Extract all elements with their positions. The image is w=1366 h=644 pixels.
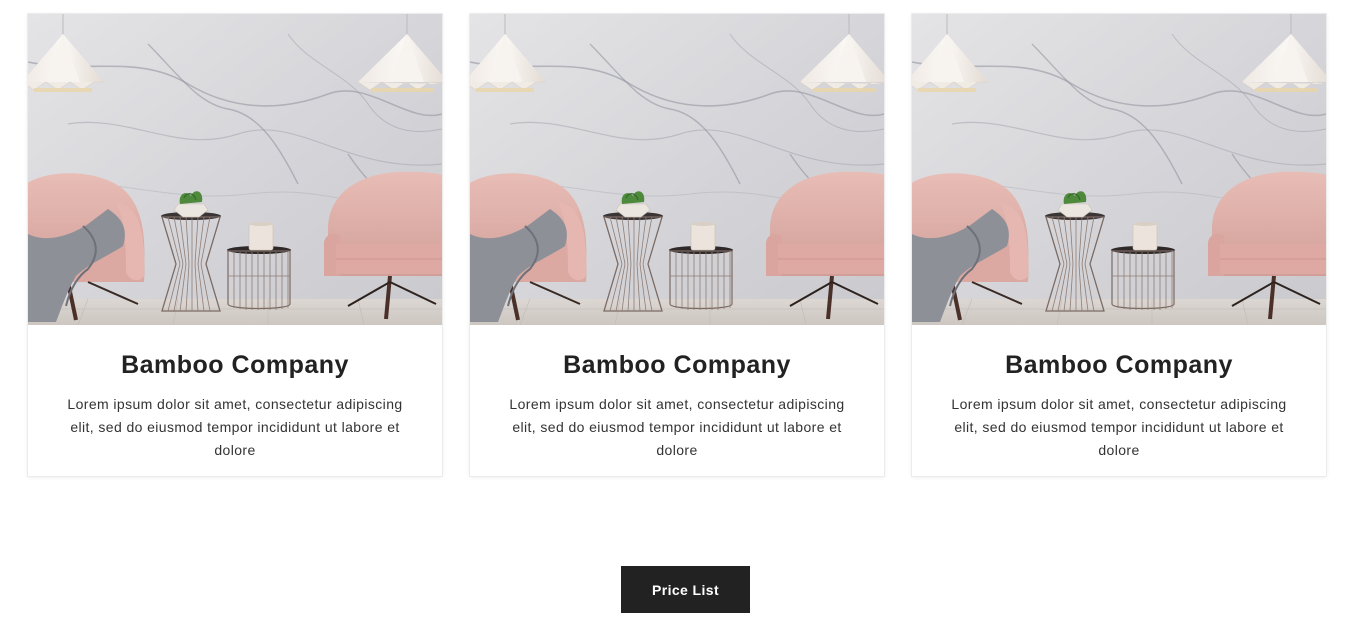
- living-room-image: [912, 14, 1326, 325]
- company-card[interactable]: Bamboo Company Lorem ipsum dolor sit ame…: [470, 14, 884, 476]
- price-list-button-wrap: Price List: [621, 566, 750, 613]
- card-title: Bamboo Company: [563, 351, 791, 379]
- price-list-button[interactable]: Price List: [621, 566, 750, 613]
- living-room-image: [470, 14, 884, 325]
- card-title: Bamboo Company: [1005, 351, 1233, 379]
- page: Bamboo Company Lorem ipsum dolor sit ame…: [0, 0, 1366, 644]
- company-card[interactable]: Bamboo Company Lorem ipsum dolor sit ame…: [912, 14, 1326, 476]
- living-room-image: [28, 14, 442, 325]
- card-title: Bamboo Company: [121, 351, 349, 379]
- company-card[interactable]: Bamboo Company Lorem ipsum dolor sit ame…: [28, 14, 442, 476]
- card-grid: Bamboo Company Lorem ipsum dolor sit ame…: [28, 14, 1326, 476]
- card-description: Lorem ipsum dolor sit amet, consectetur …: [509, 396, 845, 458]
- card-description: Lorem ipsum dolor sit amet, consectetur …: [67, 396, 403, 458]
- card-description: Lorem ipsum dolor sit amet, consectetur …: [951, 396, 1287, 458]
